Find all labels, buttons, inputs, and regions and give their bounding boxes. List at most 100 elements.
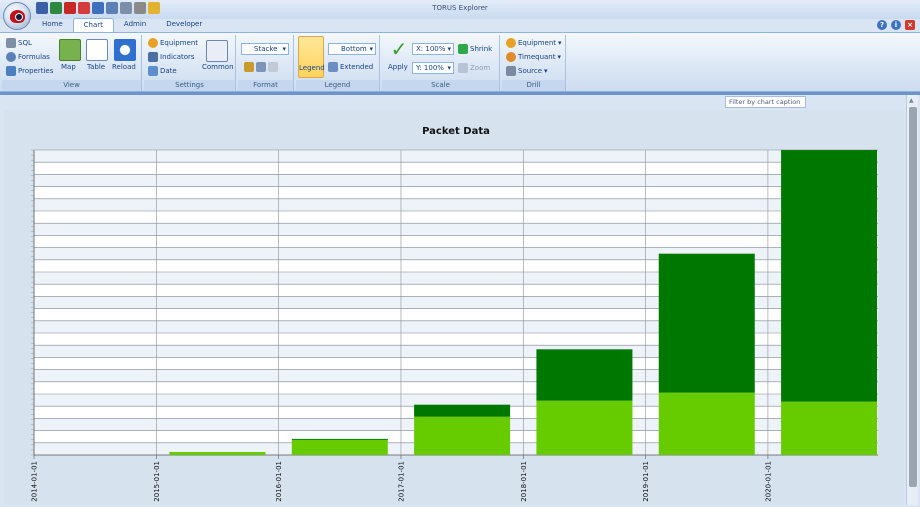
drill-timequant-button[interactable]: Timequant ▾	[506, 52, 561, 62]
chart-title: Packet Data	[422, 126, 490, 137]
chevron-down-icon: ▾	[544, 67, 548, 75]
properties-label: Properties	[18, 67, 54, 75]
stop-icon[interactable]	[64, 2, 76, 14]
format-group-label: Format	[238, 80, 293, 91]
plot-area: 2014-01-01 2015-01-01 2016-01-01 2017-01-01…	[31, 149, 878, 502]
equipment-icon	[148, 38, 158, 48]
ribbon: SQL Formulas Properties Map Table Reload…	[0, 32, 920, 92]
zoom-label: Zoom	[470, 64, 491, 72]
sql-button[interactable]: SQL	[6, 38, 32, 48]
equipment-label: Equipment	[160, 39, 198, 47]
drill-source-button[interactable]: Source ▾	[506, 66, 548, 76]
bar-light-segment	[169, 451, 266, 455]
properties-button[interactable]: Properties	[6, 66, 53, 76]
timequant-icon	[506, 52, 516, 62]
app-menu-button[interactable]	[3, 2, 31, 30]
grid-band	[34, 150, 878, 163]
zoom-icon	[458, 63, 468, 73]
window-buttons: ? i ×	[877, 20, 915, 30]
formulas-button[interactable]: Formulas	[6, 52, 50, 62]
scale-group-label: Scale	[382, 80, 499, 91]
common-icon[interactable]	[206, 40, 228, 62]
bar-dark-segment	[658, 253, 755, 393]
scroll-up-icon[interactable]: ▲	[909, 97, 914, 104]
bar-dark-segment	[536, 349, 633, 401]
legend-label: Legend	[299, 64, 325, 72]
chart-icon[interactable]	[120, 2, 132, 14]
format-group: Stacke Format	[238, 35, 294, 91]
quick-access-toolbar	[36, 2, 160, 14]
format-a-icon[interactable]	[244, 62, 254, 72]
x-tick-label: 2016-01-01	[275, 461, 283, 502]
drill-equipment-button[interactable]: Equipment ▾	[506, 38, 562, 48]
tab-developer[interactable]: Developer	[156, 18, 212, 32]
date-label: Date	[160, 67, 177, 75]
bar-light-segment	[781, 401, 878, 455]
refresh-icon[interactable]	[50, 2, 62, 14]
settings-group-label: Settings	[144, 80, 235, 91]
source-label: Source	[518, 67, 543, 75]
help-icon[interactable]: ?	[877, 20, 887, 30]
properties-icon	[6, 66, 16, 76]
shrink-icon	[458, 44, 468, 54]
grid-band	[34, 223, 878, 236]
map-icon[interactable]	[59, 39, 81, 61]
scrollbar-thumb[interactable]	[909, 107, 917, 487]
sql-icon	[6, 38, 16, 48]
vertical-scrollbar[interactable]: ▲	[906, 95, 918, 505]
view-group: SQL Formulas Properties Map Table Reload…	[2, 35, 142, 91]
date-button[interactable]: Date	[148, 66, 177, 76]
undo-icon[interactable]	[92, 2, 104, 14]
reload-icon[interactable]	[114, 39, 136, 61]
x-tick-label: 2014-01-01	[31, 461, 39, 502]
y-scale-select[interactable]: Y: 100%	[412, 62, 454, 74]
tab-home[interactable]: Home	[32, 18, 73, 32]
printer-icon[interactable]	[134, 2, 146, 14]
sql-label: SQL	[18, 39, 32, 47]
equipment-button[interactable]: Equipment	[148, 38, 198, 48]
ribbon-tabs: Home Chart Admin Developer	[32, 18, 212, 32]
extended-label: Extended	[340, 63, 374, 71]
table-icon[interactable]	[86, 39, 108, 61]
tab-admin[interactable]: Admin	[114, 18, 156, 32]
bar-dark-segment	[291, 438, 388, 440]
folder-icon[interactable]	[148, 2, 160, 14]
format-c-icon[interactable]	[268, 62, 278, 72]
power-icon[interactable]	[78, 2, 90, 14]
apply-icon[interactable]: ✓	[388, 39, 410, 61]
drill-equipment-label: Equipment	[518, 39, 556, 47]
indicators-button[interactable]: Indicators	[148, 52, 195, 62]
source-icon	[506, 66, 516, 76]
apply-label: Apply	[388, 63, 408, 71]
grid-band	[34, 174, 878, 187]
close-icon[interactable]: ×	[905, 20, 915, 30]
x-scale-select[interactable]: X: 100%	[412, 43, 454, 55]
x-tick-label: 2019-01-01	[642, 461, 650, 502]
info-icon[interactable]: i	[891, 20, 901, 30]
table-label: Table	[87, 63, 106, 71]
save-icon[interactable]	[36, 2, 48, 14]
drill-group: Equipment ▾ Timequant ▾ Source ▾ Drill	[502, 35, 566, 91]
x-tick-label: 2020-01-01	[764, 461, 772, 502]
bar-dark-segment	[414, 404, 511, 417]
filter-input[interactable]: Filter by chart caption	[725, 96, 806, 108]
shrink-button[interactable]: Shrink	[458, 44, 492, 54]
drill-equipment-icon	[506, 38, 516, 48]
window-icon[interactable]	[106, 2, 118, 14]
bar-light-segment	[536, 400, 633, 455]
bar-light-segment	[658, 392, 755, 455]
tab-chart[interactable]: Chart	[72, 18, 114, 32]
drill-group-label: Drill	[502, 80, 565, 91]
x-tick-label: 2015-01-01	[153, 461, 161, 502]
ribbon-separator	[0, 92, 920, 95]
x-tick-label: 2017-01-01	[397, 461, 405, 502]
formulas-label: Formulas	[18, 53, 50, 61]
extended-button[interactable]: Extended	[328, 62, 373, 72]
reload-label: Reload	[112, 63, 136, 71]
chevron-down-icon: ▾	[557, 53, 561, 61]
format-b-icon[interactable]	[256, 62, 266, 72]
stack-mode-select[interactable]: Stacke	[241, 43, 289, 55]
legend-group: Legend Bottom Extended Legend	[296, 35, 380, 91]
legend-position-select[interactable]: Bottom	[328, 43, 376, 55]
zoom-button[interactable]: Zoom	[458, 63, 490, 73]
